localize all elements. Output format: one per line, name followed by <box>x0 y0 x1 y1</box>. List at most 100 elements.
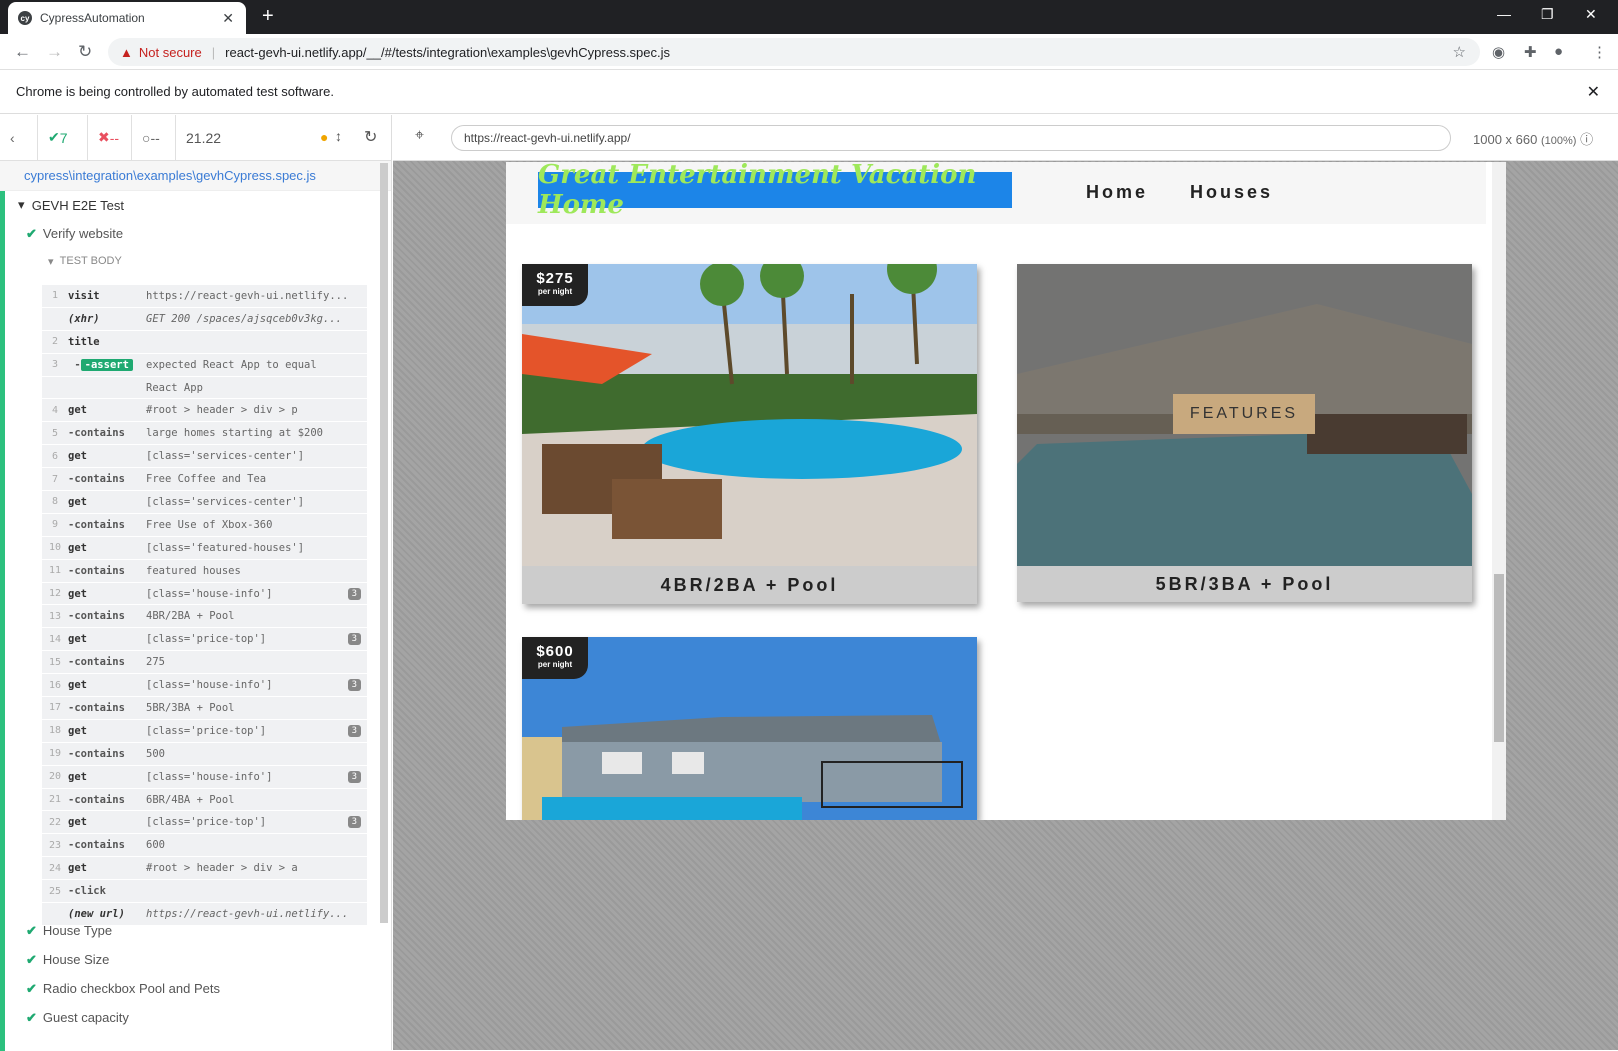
command-name: -contains <box>68 610 125 623</box>
omnibox-separator: | <box>211 44 216 60</box>
extensions-puzzle-icon[interactable]: ✚ <box>1524 43 1537 61</box>
command-message: large homes starting at $200 <box>146 427 324 440</box>
aut-scrollbar[interactable] <box>1492 162 1506 820</box>
menu-dots-icon[interactable]: ⋮ <box>1592 43 1607 61</box>
test-row[interactable]: ✔ House Type <box>0 916 380 945</box>
command-row[interactable]: 2 title <box>42 331 367 354</box>
spec-path[interactable]: cypress\integration\examples\gevhCypress… <box>0 161 391 191</box>
check-icon: ✔ <box>26 1009 37 1025</box>
restore-icon[interactable]: ❐ <box>1541 6 1554 23</box>
check-icon: ✔ <box>26 980 37 996</box>
command-row[interactable]: 10 get [class='featured-houses'] <box>42 537 367 560</box>
command-row[interactable]: 11 -contains featured houses <box>42 560 367 583</box>
command-row[interactable]: React App <box>42 377 367 400</box>
command-name: get <box>68 495 87 508</box>
new-tab-button[interactable]: + <box>262 5 274 28</box>
address-row: ← → ↻ ▲ Not secure | react-gevh-ui.netli… <box>0 34 1618 70</box>
autoscroll-icon[interactable]: ↕ <box>335 128 342 144</box>
command-message: [class='house-info'] <box>146 679 273 692</box>
command-row[interactable]: 15 -contains 275 <box>42 651 367 675</box>
test-row[interactable]: ✔ Radio checkbox Pool and Pets <box>0 974 380 1003</box>
command-message: featured houses <box>146 564 241 577</box>
command-number: 9 <box>51 519 59 531</box>
command-row[interactable]: 5 -contains large homes starting at $200 <box>42 422 367 446</box>
command-message: [class='house-info'] <box>146 770 273 783</box>
command-row[interactable]: 7 -contains Free Coffee and Tea <box>42 468 367 492</box>
not-secure-label[interactable]: Not secure <box>139 45 202 60</box>
command-number: 16 <box>48 679 62 691</box>
command-number: 22 <box>48 816 62 828</box>
command-row[interactable]: 16 get [class='house-info'] 3 <box>42 674 367 698</box>
command-name: get <box>68 816 87 829</box>
command-row[interactable]: 1 visit https://react-gevh-ui.netlify... <box>42 285 367 308</box>
price-badge-1: $275 per night <box>522 264 588 306</box>
profile-icon[interactable]: ● <box>1554 43 1563 60</box>
rerun-icon[interactable]: ↻ <box>364 127 377 147</box>
reporter-scrollbar[interactable] <box>380 163 388 923</box>
command-row[interactable]: 13 -contains 4BR/2BA + Pool <box>42 605 367 629</box>
command-row[interactable]: 20 get [class='house-info'] 3 <box>42 766 367 789</box>
browser-tab[interactable]: cy CypressAutomation ✕ <box>8 2 246 34</box>
command-message: #root > header > div > a <box>146 862 298 875</box>
aut-url-bar: ⌖ https://react-gevh-ui.netlify.app/ 100… <box>393 115 1618 161</box>
close-tab-icon[interactable]: ✕ <box>222 10 234 27</box>
nav-home[interactable]: Home <box>1086 182 1148 203</box>
command-row[interactable]: 19 -contains 500 <box>42 743 367 766</box>
element-count-badge: 3 <box>347 770 361 783</box>
command-row[interactable]: 8 get [class='services-center'] <box>42 491 367 514</box>
minimize-icon[interactable]: — <box>1497 6 1511 22</box>
command-row[interactable]: 17 -contains 5BR/3BA + Pool <box>42 697 367 720</box>
duration: 21.22 <box>186 129 222 146</box>
window-close-icon[interactable]: ✕ <box>1585 6 1597 23</box>
command-name: get <box>68 862 87 875</box>
command-name: get <box>68 404 87 417</box>
command-row[interactable]: 9 -contains Free Use of Xbox-360 <box>42 514 367 537</box>
command-row[interactable]: 6 get [class='services-center'] <box>42 445 367 469</box>
back-to-specs-icon[interactable]: ‹ <box>0 114 38 161</box>
command-row[interactable]: 18 get [class='price-top'] 3 <box>42 720 367 743</box>
command-number: 23 <box>48 839 62 851</box>
command-name: - -assert <box>68 358 146 371</box>
omnibox[interactable]: ▲ Not secure | react-gevh-ui.netlify.app… <box>108 38 1480 66</box>
site-logo[interactable]: Great Entertainment Vacation Home <box>538 162 1012 220</box>
test-row[interactable]: ✔ Guest capacity <box>0 1003 380 1032</box>
command-row[interactable]: 25 -click <box>42 880 367 904</box>
command-row[interactable]: 21 -contains 6BR/4BA + Pool <box>42 789 367 812</box>
command-row[interactable]: 24 get #root > header > div > a <box>42 857 367 881</box>
aut-url-input[interactable]: https://react-gevh-ui.netlify.app/ <box>451 125 1451 151</box>
command-row[interactable]: 23 -contains 600 <box>42 834 367 858</box>
command-row[interactable]: 12 get [class='house-info'] 3 <box>42 583 367 606</box>
command-number: 5 <box>51 427 59 439</box>
house-card-3[interactable]: $600 per night <box>522 637 977 820</box>
suite-title[interactable]: ▾ GEVH E2E Test <box>0 191 391 219</box>
command-number: 4 <box>51 404 59 416</box>
test-body-label: ▾ TEST BODY <box>48 255 122 268</box>
features-button[interactable]: FEATURES <box>1173 394 1315 434</box>
test-verify-website[interactable]: ✔ Verify website <box>0 219 391 248</box>
infobar-close-icon[interactable]: ✕ <box>1587 82 1600 102</box>
viewport-size: 1000 x 660 (100%) ⓘ <box>1473 132 1594 147</box>
test-row[interactable]: ✔ House Size <box>0 945 380 974</box>
selector-playground-icon[interactable]: ⌖ <box>415 127 424 145</box>
tab-title: CypressAutomation <box>40 11 145 25</box>
command-row[interactable]: 3 - -assert expected React App to equal <box>42 354 367 377</box>
command-row[interactable]: (xhr) GET 200 /spaces/ajsqceb0v3kg... <box>42 308 367 331</box>
back-icon[interactable]: ← <box>14 42 31 62</box>
command-number: 24 <box>48 862 62 874</box>
command-row[interactable]: 22 get [class='price-top'] 3 <box>42 811 367 835</box>
reload-icon[interactable]: ↻ <box>78 42 92 62</box>
price-badge-3: $600 per night <box>522 637 588 679</box>
command-message: [class='price-top'] <box>146 816 267 829</box>
house-card-2[interactable]: FEATURES 5BR/3BA + Pool <box>1017 264 1472 602</box>
house-card-1[interactable]: $275 per night 4BR/2BA + Pool <box>522 264 977 604</box>
command-row[interactable]: 14 get [class='price-top'] 3 <box>42 628 367 652</box>
url-text[interactable]: react-gevh-ui.netlify.app/__/#/tests/int… <box>225 45 670 60</box>
nav-houses[interactable]: Houses <box>1190 182 1273 203</box>
test-title: Radio checkbox Pool and Pets <box>42 981 220 996</box>
bookmark-star-icon[interactable]: ☆ <box>1453 43 1466 61</box>
cypress-extension-icon[interactable]: ◉ <box>1492 43 1505 61</box>
command-row[interactable]: 4 get #root > header > div > p <box>42 399 367 423</box>
forward-icon[interactable]: → <box>46 42 63 62</box>
aut-scrollbar-thumb[interactable] <box>1494 574 1504 742</box>
command-message: [class='price-top'] <box>146 633 267 646</box>
